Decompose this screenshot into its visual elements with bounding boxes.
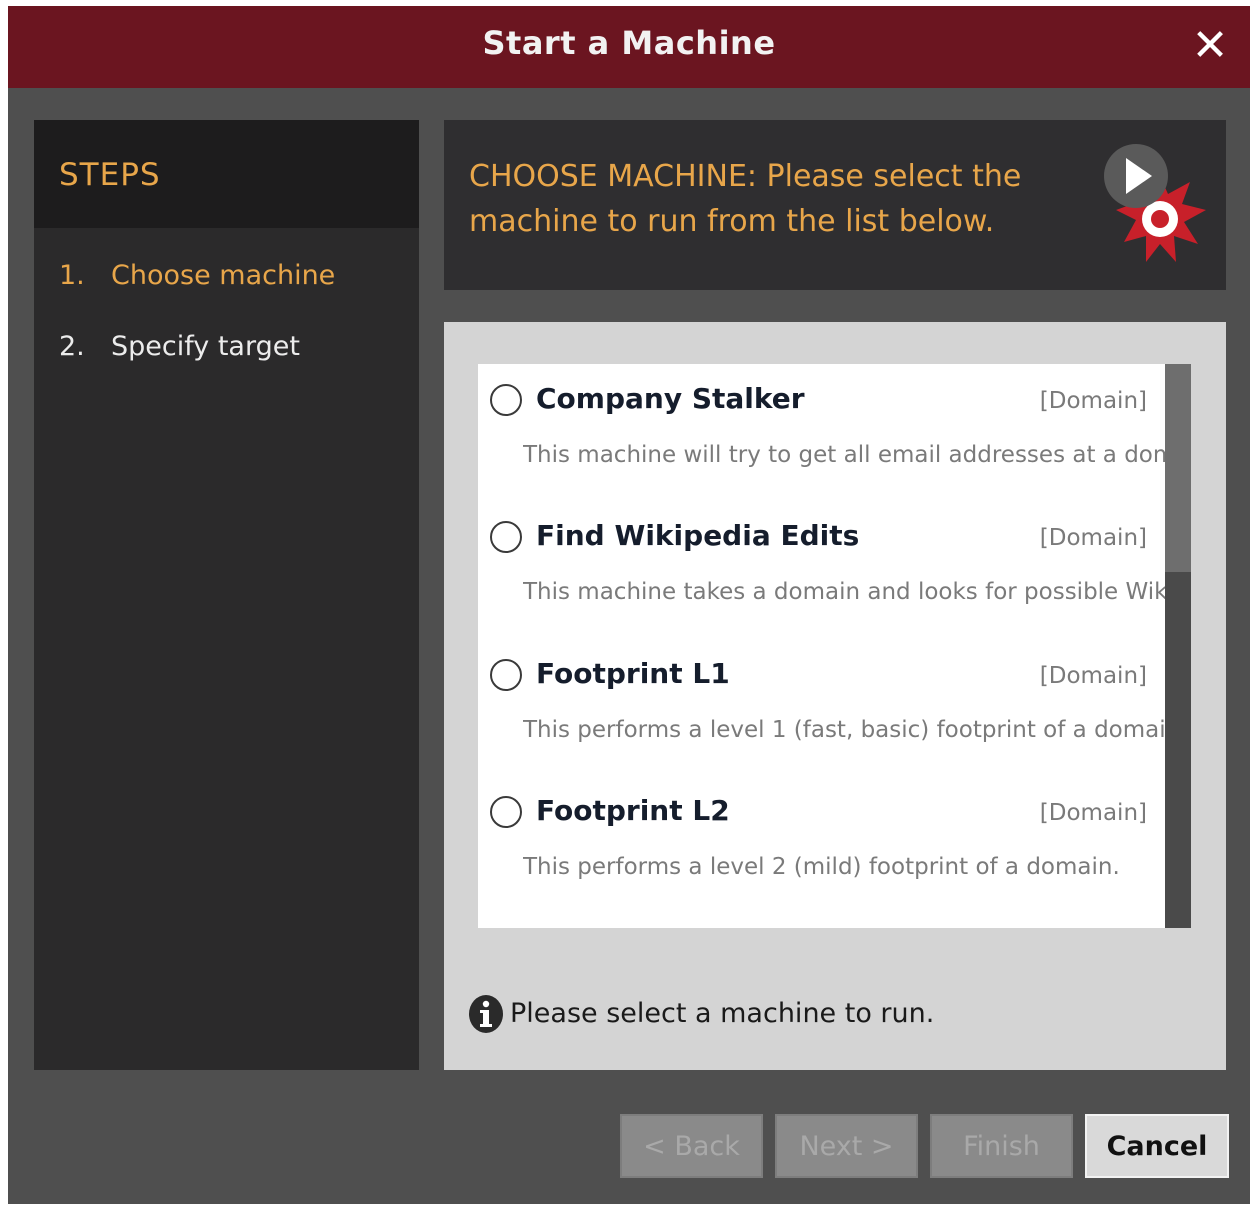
machine-description: This machine will try to get all email a… (523, 442, 1165, 468)
step-specify-target: 2. Specify target (59, 331, 300, 362)
machine-name: Company Stalker (536, 382, 805, 415)
radio-button[interactable] (490, 796, 522, 828)
machine-type: [Domain] (1039, 800, 1147, 826)
radio-button[interactable] (490, 521, 522, 553)
finish-button[interactable]: Finish (930, 1114, 1073, 1178)
machine-type: [Domain] (1039, 388, 1147, 414)
instruction-banner: CHOOSE MACHINE: Please select the machin… (444, 120, 1226, 290)
machine-name: Footprint L1 (536, 657, 730, 690)
scrollbar-thumb[interactable] (1165, 364, 1191, 572)
info-icon (469, 995, 503, 1033)
radio-button[interactable] (490, 384, 522, 416)
title-bar: Start a Machine ✕ (8, 6, 1250, 88)
status-text: Please select a machine to run. (510, 998, 935, 1029)
next-button[interactable]: Next > (775, 1114, 918, 1178)
content-panel: Company Stalker [Domain] This machine wi… (444, 322, 1226, 1070)
steps-header: STEPS (34, 120, 419, 228)
machine-type: [Domain] (1039, 525, 1147, 551)
cancel-button[interactable]: Cancel (1085, 1114, 1229, 1178)
machine-description: This performs a level 2 (mild) footprint… (523, 854, 1120, 880)
close-icon[interactable]: ✕ (1184, 20, 1236, 72)
list-item-machine[interactable]: Footprint L1 [Domain] This performs a le… (478, 639, 1165, 776)
step-label: Choose machine (111, 260, 336, 291)
step-number: 2. (59, 331, 85, 362)
step-number: 1. (59, 260, 85, 291)
list-scrollbar[interactable] (1165, 364, 1191, 928)
machine-name: Find Wikipedia Edits (536, 519, 860, 552)
start-machine-dialog: Start a Machine ✕ STEPS 1. Choose machine… (8, 6, 1250, 1204)
machine-description: This machine takes a domain and looks fo… (523, 579, 1165, 605)
dialog-title: Start a Machine (482, 24, 776, 62)
steps-title: STEPS (59, 157, 161, 193)
back-button[interactable]: < Back (620, 1114, 763, 1178)
machine-list: Company Stalker [Domain] This machine wi… (478, 364, 1191, 928)
list-item-machine[interactable]: Company Stalker [Domain] This machine wi… (478, 364, 1165, 501)
machine-type: [Domain] (1039, 663, 1147, 689)
step-label: Specify target (111, 331, 300, 362)
list-item-machine[interactable]: Footprint L2 [Domain] This performs a le… (478, 776, 1165, 913)
radio-button[interactable] (490, 659, 522, 691)
maltego-machine-icon (1104, 144, 1206, 262)
list-item-machine[interactable]: Find Wikipedia Edits [Domain] This machi… (478, 501, 1165, 638)
steps-panel: STEPS 1. Choose machine 2. Specify target (34, 120, 419, 1070)
banner-text: CHOOSE MACHINE: Please select the machin… (469, 159, 1022, 239)
machine-name: Footprint L2 (536, 794, 730, 827)
machine-description: This performs a level 1 (fast, basic) fo… (523, 717, 1165, 743)
step-choose-machine: 1. Choose machine (59, 260, 335, 291)
